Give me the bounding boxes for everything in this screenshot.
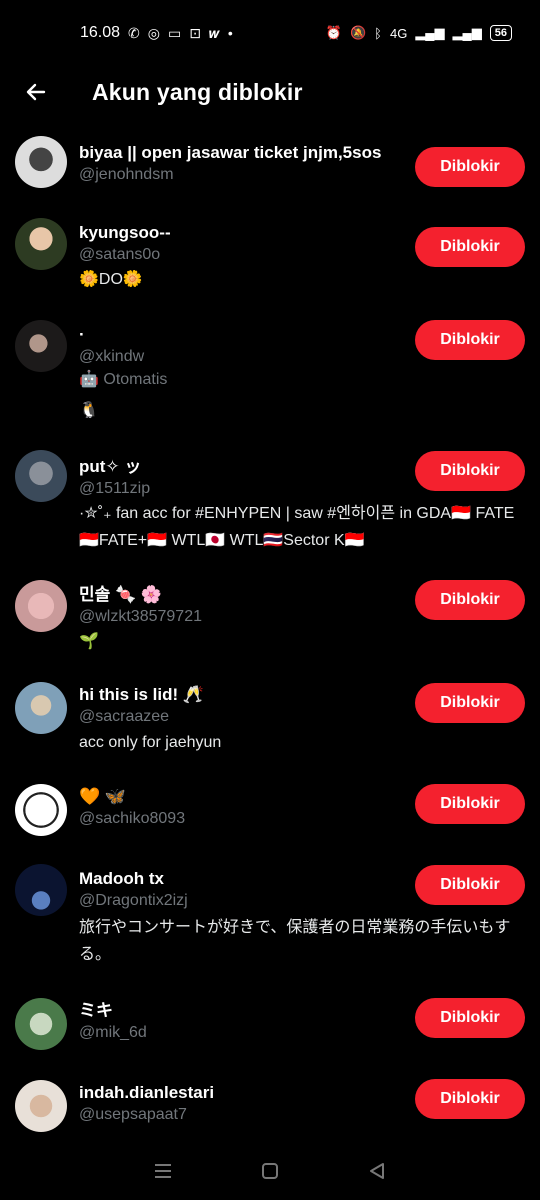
status-bar: 16.08 ✆ ◎ ▭ ⊡ 𝒘 • ⏰ 🔕 ᛒ 4G ▂▄▆ ▂▄▆ 56 — [0, 0, 540, 66]
user-handle[interactable]: @sachiko8093 — [79, 808, 412, 829]
blocked-button[interactable]: Diblokir — [415, 998, 525, 1038]
user-name[interactable]: kyungsoo-- — [79, 222, 412, 244]
back-nav-icon[interactable] — [357, 1151, 397, 1191]
blocked-button[interactable]: Diblokir — [415, 683, 525, 723]
dot-icon: • — [227, 25, 233, 41]
avatar[interactable] — [15, 450, 67, 502]
mute-icon: 🔕 — [349, 25, 367, 40]
blocked-button[interactable]: Diblokir — [415, 1079, 525, 1119]
clock: 16.08 — [80, 24, 121, 41]
user-handle[interactable]: @xkindw — [79, 346, 412, 367]
user-handle[interactable]: @Dragontix2izj — [79, 890, 412, 911]
battery-icon: 56 — [489, 25, 512, 41]
blocked-button[interactable]: Diblokir — [415, 451, 525, 491]
line-icon: ▭ — [168, 24, 182, 41]
network-type: 4G — [389, 25, 408, 41]
user-handle[interactable]: @sacraazee — [79, 706, 412, 727]
user-handle[interactable]: @jenohndsm — [79, 164, 412, 185]
user-name[interactable]: biyaa || open jasawar ticket jnjm,5sos — [79, 142, 412, 164]
user-bio: acc only for jaehyun — [79, 734, 222, 751]
user-name[interactable]: ミキ — [79, 1000, 412, 1022]
blocked-button[interactable]: Diblokir — [415, 147, 525, 187]
user-name[interactable]: indah.dianlestari — [79, 1082, 412, 1104]
blocked-button[interactable]: Diblokir — [415, 865, 525, 905]
header: Akun yang diblokir — [0, 66, 540, 118]
user-name[interactable]: 🧡 🦋 — [79, 786, 412, 808]
avatar[interactable] — [15, 320, 67, 372]
blocked-button[interactable]: Diblokir — [415, 320, 525, 360]
user-handle[interactable]: @usepsapaat7 — [79, 1104, 412, 1125]
signal-icon-2: ▂▄▆ — [452, 25, 482, 40]
user-handle[interactable]: @mik_6d — [79, 1022, 412, 1043]
whatsapp-icon: ✆ — [128, 24, 140, 41]
recent-apps-icon[interactable] — [143, 1151, 183, 1191]
user-name[interactable]: · — [79, 324, 412, 346]
signal-icon: ▂▄▆ — [415, 25, 445, 40]
avatar[interactable] — [15, 998, 67, 1050]
avatar[interactable] — [15, 864, 67, 916]
user-name[interactable]: Madooh tx — [79, 868, 412, 890]
w-app-icon: 𝒘 — [208, 24, 220, 41]
user-name[interactable]: put✧ ッ — [79, 456, 412, 478]
avatar[interactable] — [15, 784, 67, 836]
avatar[interactable] — [15, 218, 67, 270]
status-left: 16.08 ✆ ◎ ▭ ⊡ 𝒘 • — [80, 24, 233, 42]
automated-label: 🤖 Otomatis — [79, 371, 168, 388]
avatar[interactable] — [15, 1080, 67, 1132]
user-handle[interactable]: @wlzkt38579721 — [79, 606, 412, 627]
user-handle[interactable]: @satans0o — [79, 244, 412, 265]
avatar[interactable] — [15, 136, 67, 188]
avatar[interactable] — [15, 580, 67, 632]
blocked-button[interactable]: Diblokir — [415, 784, 525, 824]
blocked-button[interactable]: Diblokir — [415, 227, 525, 267]
user-bio: 🌼DO🌼 — [79, 271, 143, 288]
user-name[interactable]: 민솔 🍬 🌸 — [79, 584, 412, 606]
user-bio: 旅行やコンサートが好きで、保護者の日常業務の手伝いもする。 — [79, 919, 511, 963]
avatar[interactable] — [15, 682, 67, 734]
system-nav-bar — [0, 1142, 540, 1200]
status-right: ⏰ 🔕 ᛒ 4G ▂▄▆ ▂▄▆ 56 — [326, 25, 512, 41]
bluetooth-icon: ᛒ — [374, 25, 382, 41]
page-title: Akun yang diblokir — [92, 78, 303, 105]
user-bio: 🌱 — [79, 633, 99, 650]
user-handle[interactable]: @1511zip — [79, 478, 412, 499]
user-name[interactable]: hi this is lid! 🥂 — [79, 684, 412, 706]
instagram-icon: ◎ — [147, 24, 160, 41]
shopping-bag-icon: ⊡ — [189, 24, 201, 41]
robot-icon: 🤖 — [79, 371, 99, 388]
alarm-icon: ⏰ — [325, 25, 342, 40]
user-bio: ·✮˚₊ fan acc for #ENHYPEN | saw #엔하이픈 in… — [79, 505, 515, 549]
back-arrow-icon[interactable] — [18, 74, 54, 110]
blocked-button[interactable]: Diblokir — [415, 580, 525, 620]
home-icon[interactable] — [250, 1151, 290, 1191]
user-bio: 🐧 — [79, 402, 99, 419]
